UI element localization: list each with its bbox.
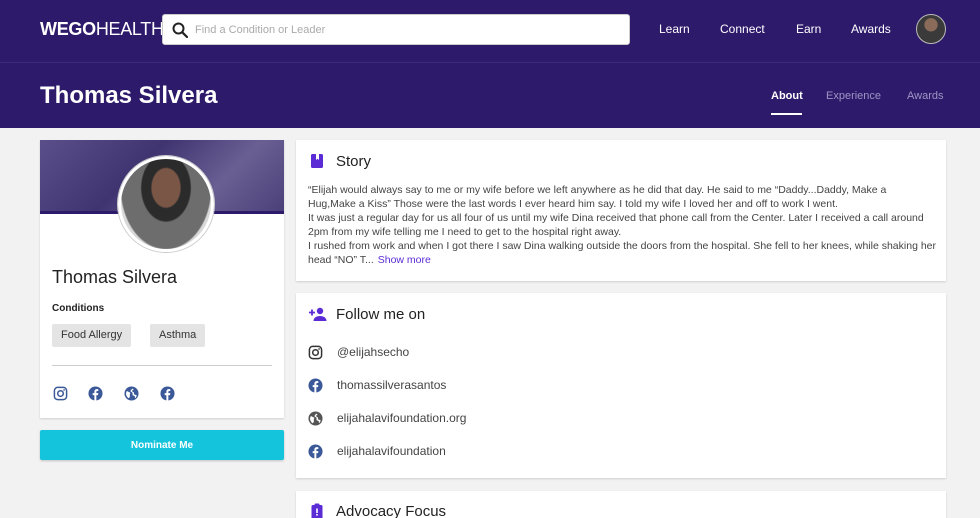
- condition-chip-food-allergy[interactable]: Food Allergy: [52, 324, 132, 347]
- show-more-link[interactable]: Show more: [378, 254, 431, 266]
- page-title: Thomas Silvera: [40, 82, 218, 109]
- logo-thin-text: HEALTH: [95, 19, 164, 39]
- search-icon: [172, 22, 188, 38]
- tab-about[interactable]: About: [771, 90, 803, 102]
- story-card: Story “Elijah would always say to me or …: [296, 140, 946, 281]
- add-person-icon: [309, 307, 327, 321]
- instagram-icon: [308, 345, 323, 360]
- profile-card: Thomas Silvera Conditions Food Allergy A…: [40, 140, 284, 418]
- active-tab-indicator: [771, 113, 802, 115]
- tab-awards[interactable]: Awards: [907, 90, 943, 102]
- story-text: “Elijah would always say to me or my wif…: [308, 183, 936, 267]
- facebook-icon[interactable]: [88, 386, 103, 401]
- profile-avatar: [118, 156, 214, 252]
- follow-item-label: thomassilverasantos: [337, 378, 447, 392]
- profile-header: Thomas Silvera About Experience Awards: [0, 62, 980, 128]
- facebook-icon[interactable]: [160, 386, 175, 401]
- follow-item-label: @elijahsecho: [337, 345, 410, 359]
- search-input[interactable]: [195, 19, 615, 41]
- follow-item-label: elijahalavifoundation.org: [337, 411, 467, 425]
- nav-link-learn[interactable]: Learn: [659, 22, 690, 36]
- facebook-icon: [308, 378, 323, 393]
- conditions-label: Conditions: [52, 303, 105, 314]
- nav-link-awards[interactable]: Awards: [851, 22, 891, 36]
- story-paragraph: It was just a regular day for us all fou…: [308, 212, 924, 238]
- search-box: [162, 14, 630, 45]
- profile-name: Thomas Silvera: [52, 267, 178, 287]
- instagram-icon[interactable]: [53, 386, 68, 401]
- story-paragraph: I rushed from work and when I got there …: [308, 239, 936, 267]
- top-navigation-bar: WEGOHEALTH Learn Connect Earn Awards: [0, 0, 980, 62]
- globe-icon: [308, 411, 323, 426]
- nav-link-connect[interactable]: Connect: [720, 22, 765, 36]
- user-avatar[interactable]: [916, 14, 946, 44]
- story-paragraph: “Elijah would always say to me or my wif…: [308, 184, 887, 210]
- tab-experience[interactable]: Experience: [826, 90, 881, 102]
- clipboard-icon: [311, 503, 323, 518]
- advocacy-title: Advocacy Focus: [336, 503, 447, 518]
- nav-link-earn[interactable]: Earn: [796, 22, 821, 36]
- advocacy-card: Advocacy Focus: [296, 491, 946, 518]
- follow-card: Follow me on @elijahsecho thomassilveras…: [296, 293, 946, 478]
- wego-health-logo[interactable]: WEGOHEALTH: [40, 19, 164, 40]
- book-icon: [311, 154, 323, 168]
- follow-title: Follow me on: [336, 306, 426, 323]
- logo-bold-text: WEGO: [40, 19, 96, 39]
- divider: [52, 365, 272, 366]
- condition-chip-asthma[interactable]: Asthma: [150, 324, 206, 347]
- follow-item-label: elijahalavifoundation: [337, 444, 446, 458]
- story-title: Story: [336, 153, 372, 170]
- nominate-me-button[interactable]: Nominate Me: [40, 430, 284, 460]
- globe-icon[interactable]: [124, 386, 139, 401]
- facebook-icon: [308, 444, 323, 459]
